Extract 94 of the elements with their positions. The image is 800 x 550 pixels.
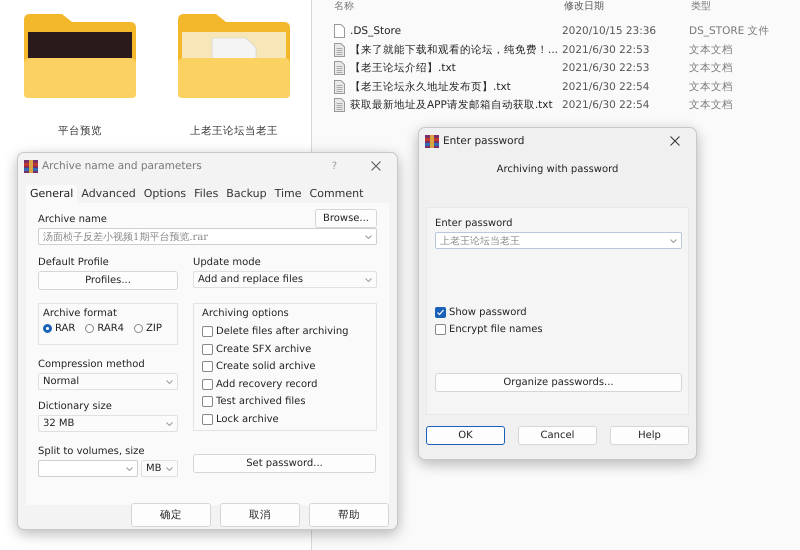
chevron-icon xyxy=(126,466,133,470)
tab[interactable]: Files xyxy=(190,185,222,203)
checkbox-label: Lock archive xyxy=(216,414,279,425)
chevron-icon xyxy=(166,422,173,426)
chevron-icon xyxy=(166,380,173,384)
browse-button[interactable]: Browse... xyxy=(315,209,377,228)
tab[interactable]: Comment xyxy=(306,185,368,203)
checkbox-label: Test archived files xyxy=(216,396,306,408)
radio-label: RAR4 xyxy=(97,323,124,334)
file-name[interactable]: 【老王论坛永久地址发布页】.txt xyxy=(350,80,562,94)
tab[interactable]: Options xyxy=(140,185,190,203)
archive-app-icon xyxy=(24,160,38,172)
window-title: Archive name and parameters xyxy=(42,160,203,172)
chevron-icon xyxy=(365,234,372,238)
file-name[interactable]: 【老王论坛介绍】.txt xyxy=(350,61,562,76)
radio-button[interactable] xyxy=(134,324,144,333)
file-icon xyxy=(334,98,345,112)
dialog-button[interactable]: 确定 xyxy=(131,503,211,527)
dialog-button[interactable]: Cancel xyxy=(518,426,597,445)
folder-name[interactable]: 平台预览 xyxy=(58,124,102,138)
field-label: Compression method xyxy=(38,359,146,370)
password-field[interactable]: 上老王论坛当老王 xyxy=(435,232,682,249)
dialog-button[interactable]: 取消 xyxy=(220,503,300,527)
file-name[interactable]: 获取最新地址及APP请发邮箱自动获取.txt xyxy=(350,98,562,112)
checkbox[interactable] xyxy=(202,414,213,425)
file-type: DS_STORE 文件 xyxy=(689,24,770,38)
field-label: Default Profile xyxy=(38,257,110,268)
file-date: 2021/6/30 22:53 xyxy=(562,62,650,74)
tab[interactable]: Advanced xyxy=(77,185,140,203)
set-password-button[interactable]: Set password... xyxy=(193,454,376,473)
file-type: 文本文档 xyxy=(689,42,733,57)
checkbox[interactable] xyxy=(435,307,446,318)
archive-name-field[interactable]: 汤面桢子反差小视频1期平台预览.rar xyxy=(38,228,377,245)
file-date: 2021/6/30 22:54 xyxy=(562,99,650,112)
file-icon xyxy=(334,24,345,38)
checkbox[interactable] xyxy=(202,326,213,338)
radio-label: ZIP xyxy=(146,323,162,334)
update-mode-dropdown[interactable]: Add and replace files xyxy=(193,271,377,288)
dialog-button[interactable]: OK xyxy=(426,426,505,445)
file-type: 文本文档 xyxy=(689,61,733,76)
checkbox[interactable] xyxy=(202,396,213,408)
file-name[interactable]: .DS_Store xyxy=(350,25,562,38)
column-header[interactable]: 修改日期 xyxy=(564,2,691,12)
file-icon xyxy=(334,42,345,57)
column-header[interactable]: 类型 xyxy=(691,2,711,12)
checkbox-label: Encrypt file names xyxy=(449,324,543,335)
dictionary-dropdown[interactable]: 32 MB xyxy=(38,415,178,432)
checkbox-label: Create SFX archive xyxy=(216,344,312,355)
compression-dropdown[interactable]: Normal xyxy=(38,373,178,390)
dialog-button[interactable]: Help xyxy=(610,426,689,445)
file-icon xyxy=(334,80,345,94)
tab[interactable]: Backup xyxy=(222,185,271,203)
profiles-button[interactable]: Profiles... xyxy=(38,271,178,290)
file-date: 2021/6/30 22:54 xyxy=(562,80,650,93)
chevron-icon xyxy=(166,466,173,470)
column-header[interactable]: 名称 xyxy=(334,2,564,12)
close-icon[interactable] xyxy=(371,161,381,171)
radio-button[interactable] xyxy=(43,324,52,333)
close-icon[interactable] xyxy=(670,136,680,146)
group-label: Archiving options xyxy=(202,308,290,319)
file-type: 文本文档 xyxy=(689,80,733,94)
window-title: Enter password xyxy=(443,135,526,147)
folder-name[interactable]: 上老王论坛当老王 xyxy=(190,124,278,138)
file-icon xyxy=(334,61,345,76)
checkbox-label: Delete files after archiving xyxy=(216,326,349,338)
field-label: Archive name xyxy=(38,214,107,225)
organize-passwords-button[interactable]: Organize passwords... xyxy=(435,373,682,392)
group-label: Archive format xyxy=(43,308,118,319)
unit-dropdown[interactable]: MB xyxy=(141,460,178,477)
radio-button[interactable] xyxy=(85,324,94,333)
file-date: 2020/10/15 23:36 xyxy=(562,25,658,38)
dialog-button[interactable]: 帮助 xyxy=(309,503,389,527)
checkbox-label: Create solid archive xyxy=(216,361,316,372)
checkbox-label: Show password xyxy=(449,307,527,318)
dialog-heading: Archiving with password xyxy=(496,164,620,175)
checkbox[interactable] xyxy=(435,324,446,335)
chevron-icon xyxy=(670,238,677,242)
file-date: 2021/6/30 22:53 xyxy=(562,44,650,56)
checkbox[interactable] xyxy=(202,344,213,355)
file-name[interactable]: 【来了就能下载和观看的论坛，纯免费！... xyxy=(350,42,562,57)
chevron-icon xyxy=(365,278,372,282)
checkbox-label: Add recovery record xyxy=(216,378,318,390)
field-label: Split to volumes, size xyxy=(38,446,146,457)
field-label: Enter password xyxy=(435,218,514,229)
checkbox[interactable] xyxy=(202,361,213,372)
field-label: Update mode xyxy=(193,257,262,268)
file-type: 文本文档 xyxy=(689,98,733,112)
field-label: Dictionary size xyxy=(38,401,113,412)
checkbox[interactable] xyxy=(202,378,213,390)
tab[interactable]: General xyxy=(26,185,78,203)
archive-app-icon xyxy=(425,134,439,148)
volume-size-field[interactable] xyxy=(38,460,138,477)
radio-label: RAR xyxy=(55,323,76,334)
tab[interactable]: Time xyxy=(270,185,306,203)
